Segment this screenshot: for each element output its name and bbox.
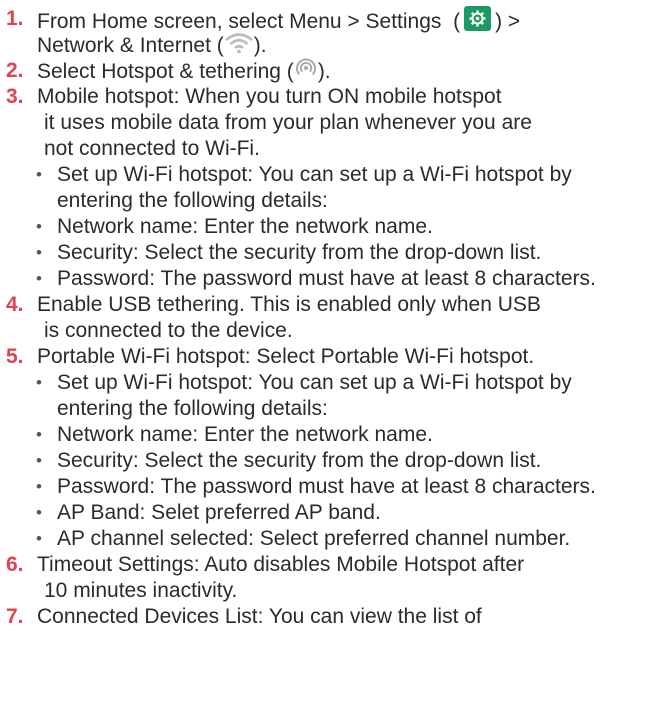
step-number: 7. [6,605,24,628]
hotspot-icon [294,58,318,87]
step-text: Connected Devices List: You can view the… [37,605,482,628]
step-text: not connected to Wi-Fi. [44,137,260,160]
instructions-page: 1. From Home screen, select Menu > Setti… [0,0,664,715]
settings-icon [464,6,492,31]
gear-icon [469,10,486,27]
step-text-end: ). [253,34,267,58]
step-number: 5. [6,345,24,368]
bullet: • [36,451,42,470]
step-text-end: ). [317,60,331,84]
step-text: it uses mobile data from your plan whene… [44,111,532,134]
bullet-text: Security: Select the security from the d… [57,241,542,264]
step-text-end: ) > [495,10,521,33]
step-text: is connected to the device. [44,319,293,342]
step-number: 2. [6,59,24,82]
bullet-text: entering the following details: [57,189,328,212]
wifi-icon [224,32,254,61]
bullet-text: Set up Wi-Fi hotspot: You can set up a W… [57,163,572,186]
bullet-text: Password: The password must have at leas… [57,267,596,290]
step-text: 10 minutes inactivity. [44,579,238,602]
bullet-text: AP Band: Selet preferred AP band. [57,501,381,524]
bullet-text: entering the following details: [57,397,328,420]
bullet-text: Set up Wi-Fi hotspot: You can set up a W… [57,371,572,394]
bullet: • [36,503,42,522]
step-number: 4. [6,293,24,316]
bullet-text: Security: Select the security from the d… [57,449,542,472]
bullet: • [36,477,42,496]
step-number: 1. [6,7,24,30]
step-text: Timeout Settings: Auto disables Mobile H… [37,553,525,576]
bullet: • [36,529,42,548]
bullet-text: Network name: Enter the network name. [57,215,433,238]
step-number: 6. [6,553,24,576]
step-number: 3. [6,85,24,108]
step-text: Mobile hotspot: When you turn ON mobile … [37,85,502,108]
step-text: From Home screen, select Menu > Settings… [37,10,461,33]
bullet: • [36,165,42,184]
bullet: • [36,373,42,392]
bullet: • [36,243,42,262]
step-text: Select Hotspot & tethering ( [37,60,294,84]
bullet: • [36,217,42,236]
step-text: Portable Wi-Fi hotspot: Select Portable … [37,345,535,368]
bullet-text: AP channel selected: Select preferred ch… [57,527,571,550]
bullet: • [36,425,42,444]
step-text: Enable USB tethering. This is enabled on… [37,293,541,316]
bullet-text: Password: The password must have at leas… [57,475,596,498]
bullet: • [36,269,42,288]
bullet-text: Network name: Enter the network name. [57,423,433,446]
step-text: Network & Internet ( [37,34,224,58]
